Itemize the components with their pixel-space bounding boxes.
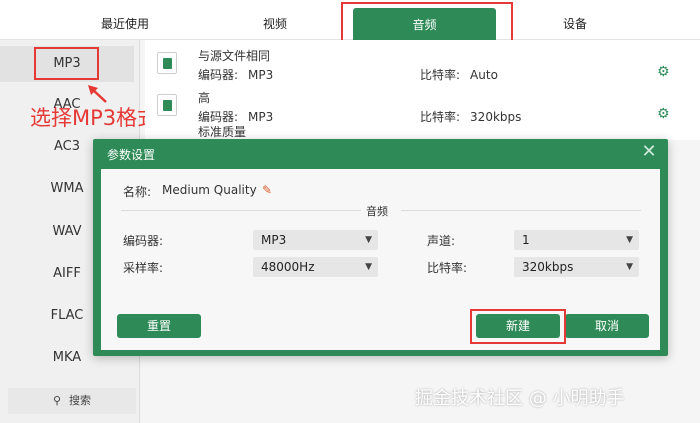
reset-button[interactable]: 重置 xyxy=(117,314,201,338)
preset-row[interactable]: 与源文件相同 编码器: MP3 比特率: Auto ⚙ xyxy=(145,42,700,86)
preset-row[interactable]: 高 编码器: MP3 比特率: 320kbps ⚙ xyxy=(145,84,700,128)
sidebar-item-mp3[interactable]: MP3 xyxy=(0,46,134,82)
close-icon[interactable]: ✕ xyxy=(638,141,660,163)
preset-row[interactable]: 标准质量 xyxy=(145,126,700,140)
preset-bitrate: 比特率: 320kbps xyxy=(420,110,522,124)
gear-icon[interactable]: ⚙ xyxy=(657,64,670,80)
bitrate-select[interactable]: 320kbps ▼ xyxy=(514,257,639,277)
settings-dialog: 参数设置 ✕ 名称: Medium Quality ✎ 音频 编码器: MP3 ▼… xyxy=(93,139,668,356)
chevron-down-icon: ▼ xyxy=(626,262,633,272)
tab-recent[interactable]: 最近使用 xyxy=(40,0,210,40)
chevron-down-icon: ▼ xyxy=(365,235,372,245)
search-icon: ⚲ xyxy=(52,394,62,407)
dialog-body: 名称: Medium Quality ✎ 音频 编码器: MP3 ▼ 声道: 1 ▼… xyxy=(101,169,660,350)
tab-video[interactable]: 视频 xyxy=(190,0,360,40)
chevron-down-icon: ▼ xyxy=(365,262,372,272)
encoder-select[interactable]: MP3 ▼ xyxy=(253,230,378,250)
name-label: 名称: xyxy=(123,185,152,199)
gear-icon[interactable]: ⚙ xyxy=(657,106,670,122)
samplerate-select[interactable]: 48000Hz ▼ xyxy=(253,257,378,277)
samplerate-label: 采样率: xyxy=(123,261,164,275)
chevron-down-icon: ▼ xyxy=(626,235,633,245)
bitrate-label: 比特率: xyxy=(427,261,468,275)
audio-file-icon xyxy=(157,94,177,116)
preset-codec: 编码器: MP3 xyxy=(198,110,274,124)
new-button[interactable]: 新建 xyxy=(476,314,560,338)
encoder-label: 编码器: xyxy=(123,234,164,248)
audio-file-icon xyxy=(157,52,177,74)
section-title: 音频 xyxy=(366,205,388,218)
format-tabs: 最近使用 视频 音频 设备 xyxy=(0,0,700,42)
watermark: 掘金技术社区 @ 小明助手 xyxy=(415,388,625,409)
search-button[interactable]: ⚲ 搜索 xyxy=(8,388,136,414)
edit-name-icon[interactable]: ✎ xyxy=(262,183,272,197)
preset-name: 高 xyxy=(198,91,211,105)
preset-name: 与源文件相同 xyxy=(198,49,271,63)
dialog-title: 参数设置 xyxy=(107,148,156,162)
name-value: Medium Quality xyxy=(162,183,257,197)
section-divider xyxy=(121,210,361,211)
channel-select[interactable]: 1 ▼ xyxy=(514,230,639,250)
preset-bitrate: 比特率: Auto xyxy=(420,68,498,82)
preset-name: 标准质量 xyxy=(198,126,247,139)
channel-label: 声道: xyxy=(427,234,456,248)
preset-list: 与源文件相同 编码器: MP3 比特率: Auto ⚙ 高 编码器: MP3 比特率:… xyxy=(145,40,700,140)
preset-codec: 编码器: MP3 xyxy=(198,68,274,82)
section-divider xyxy=(401,210,641,211)
tab-audio[interactable]: 音频 xyxy=(353,8,496,42)
annotation-text: 选择MP3格式 xyxy=(30,106,159,130)
tab-device[interactable]: 设备 xyxy=(490,0,660,40)
cancel-button[interactable]: 取消 xyxy=(565,314,649,338)
search-label: 搜索 xyxy=(69,394,92,407)
